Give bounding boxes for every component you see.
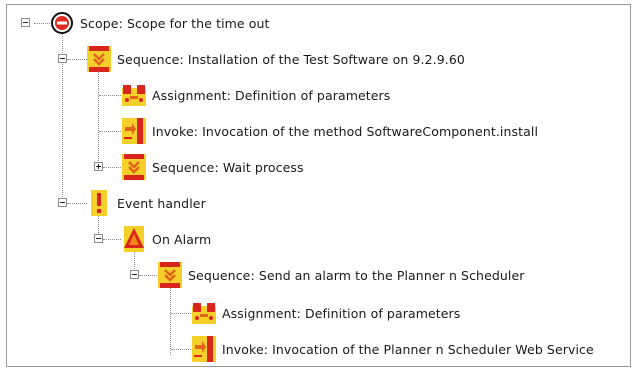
sequence-icon [87, 46, 111, 72]
scope-icon [51, 12, 73, 34]
tree-connector [98, 69, 99, 169]
sequence-icon [122, 154, 146, 180]
tree-connector [99, 95, 121, 96]
tree-node-sequence-install[interactable]: Sequence: Installation of the Test Softw… [87, 43, 465, 75]
collapse-toggle-event-handler[interactable] [58, 198, 67, 207]
process-tree-panel: Scope: Scope for the time out Sequence: … [6, 4, 631, 367]
tree-connector [34, 23, 50, 24]
tree-node-label: Invoke: Invocation of the method Softwar… [152, 123, 539, 139]
sequence-icon [158, 262, 182, 288]
collapse-toggle-sequence-alarm[interactable] [130, 270, 139, 279]
tree-connector [103, 239, 121, 240]
tree-node-assignment-2[interactable]: Assignment: Definition of parameters [192, 297, 460, 329]
tree-node-label: Sequence: Installation of the Test Softw… [117, 51, 465, 67]
tree-connector [99, 131, 121, 132]
tree-connector [170, 285, 171, 355]
expand-toggle-sequence-wait[interactable] [94, 162, 103, 171]
tree-node-sequence-wait[interactable]: Sequence: Wait process [122, 151, 304, 183]
tree-node-label: Assignment: Definition of parameters [222, 305, 461, 321]
tree-node-scope[interactable]: Scope: Scope for the time out [50, 7, 270, 39]
tree-node-assignment-1[interactable]: Assignment: Definition of parameters [122, 79, 390, 111]
tree-connector [171, 313, 191, 314]
tree-connector [103, 167, 121, 168]
tree-node-label: Sequence: Send an alarm to the Planner n… [188, 267, 525, 283]
tree-node-on-alarm[interactable]: On Alarm [122, 223, 211, 255]
event-handler-icon [91, 190, 107, 216]
tree-connector [139, 275, 157, 276]
assignment-icon [122, 85, 146, 106]
invoke-icon [192, 336, 216, 362]
invoke-icon [122, 118, 146, 144]
tree-node-sequence-alarm[interactable]: Sequence: Send an alarm to the Planner n… [158, 259, 525, 291]
tree-connector [67, 59, 87, 60]
tree-node-label: Invoke: Invocation of the Planner n Sche… [222, 341, 594, 357]
assignment-icon [192, 303, 216, 324]
tree-connector [171, 349, 191, 350]
tree-node-event-handler[interactable]: Event handler [87, 187, 206, 219]
collapse-toggle-sequence-install[interactable] [58, 54, 67, 63]
tree-node-label: Sequence: Wait process [152, 159, 304, 175]
tree-connector [67, 203, 87, 204]
tree-node-label: Event handler [117, 195, 206, 211]
collapse-toggle-scope[interactable] [21, 18, 30, 27]
tree-node-label: Assignment: Definition of parameters [152, 87, 391, 103]
alarm-icon [124, 226, 144, 252]
process-tree: Scope: Scope for the time out Sequence: … [7, 5, 630, 366]
tree-node-label: On Alarm [152, 231, 212, 247]
tree-node-invoke-1[interactable]: Invoke: Invocation of the method Softwar… [122, 115, 538, 147]
collapse-toggle-on-alarm[interactable] [94, 234, 103, 243]
tree-node-invoke-2[interactable]: Invoke: Invocation of the Planner n Sche… [192, 333, 594, 365]
tree-node-label: Scope: Scope for the time out [80, 15, 270, 31]
